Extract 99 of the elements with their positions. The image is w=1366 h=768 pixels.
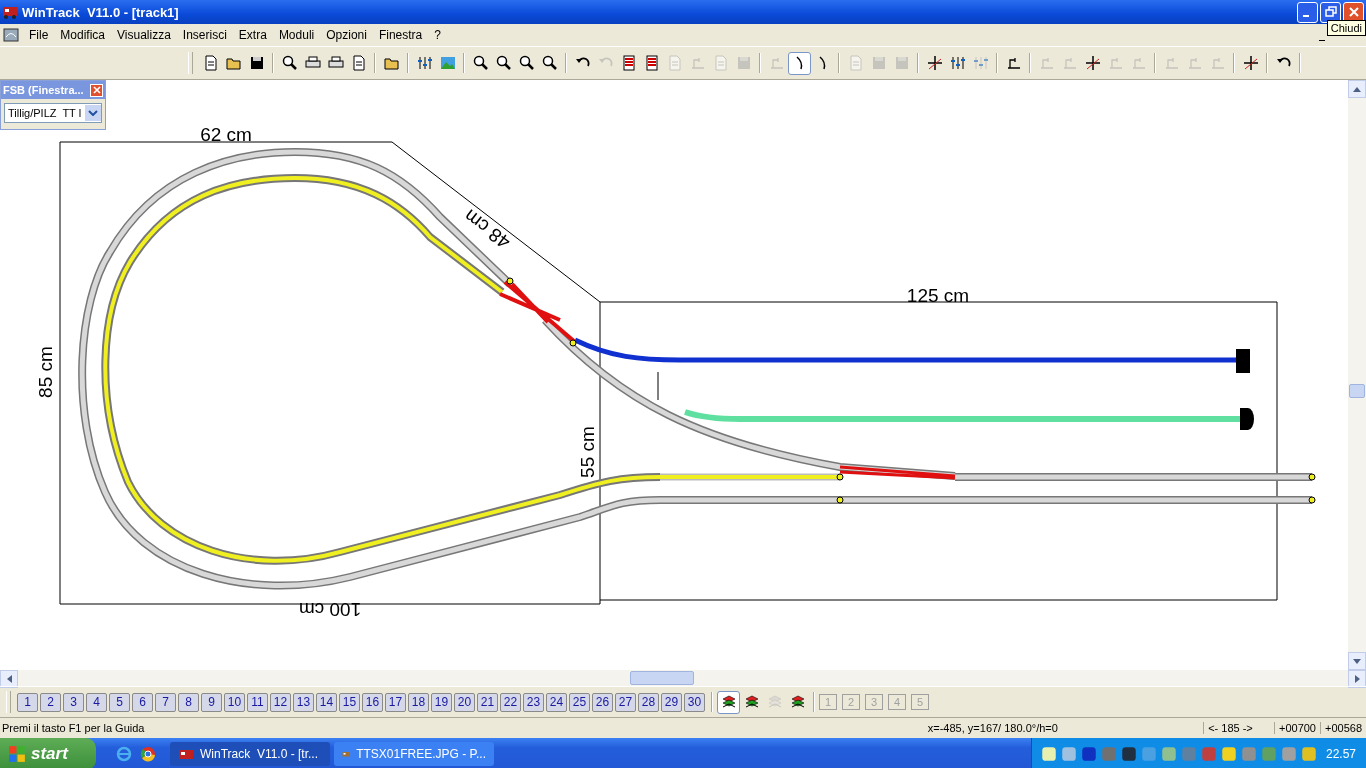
layer-button[interactable]: 18 xyxy=(408,692,429,712)
menu-item[interactable]: Opzioni xyxy=(320,28,373,42)
scroll-thumb[interactable] xyxy=(630,671,694,685)
layer-button[interactable]: 19 xyxy=(431,692,452,712)
windows-logo-icon xyxy=(8,745,26,763)
layer-button[interactable]: 27 xyxy=(615,692,636,712)
window-title: WinTrack V11.0 - [track1] xyxy=(22,4,179,20)
menu-item[interactable]: File xyxy=(23,28,55,42)
layer-button[interactable]: 13 xyxy=(293,692,314,712)
layer-button[interactable]: 7 xyxy=(155,692,176,712)
layout-icon xyxy=(3,27,19,43)
minimize-icon xyxy=(1303,14,1309,17)
menu-item[interactable]: Extra xyxy=(232,28,273,42)
tray-icon[interactable] xyxy=(1079,745,1098,763)
browser-icon[interactable] xyxy=(140,746,156,762)
layer-button[interactable]: 6 xyxy=(132,692,153,712)
clock: 22.57 xyxy=(1325,747,1356,761)
vertical-scrollbar[interactable] xyxy=(1348,80,1366,670)
layer-button[interactable]: 1 xyxy=(17,692,38,712)
dimension-label: 85 cm xyxy=(35,346,56,398)
layer-button[interactable]: 29 xyxy=(661,692,682,712)
open-folder-icon xyxy=(225,55,242,71)
save-icon xyxy=(248,55,265,71)
taskbar-button[interactable]: WinTrack V11.0 - [tr... xyxy=(170,742,330,766)
document-lines-icon xyxy=(643,55,660,71)
layer-button[interactable]: 26 xyxy=(592,692,613,712)
layer-button[interactable]: 11 xyxy=(247,692,268,712)
picture-icon xyxy=(439,55,456,71)
layer-button[interactable]: 21 xyxy=(477,692,498,712)
chevron-down-icon xyxy=(88,110,98,116)
status-hint: Premi il tasto F1 per la Guida xyxy=(1,722,146,734)
layer-button[interactable]: 14 xyxy=(316,692,337,712)
x-offset: +00700 xyxy=(1273,722,1320,734)
layer-button[interactable]: 5 xyxy=(109,692,130,712)
layer-button[interactable]: 20 xyxy=(454,692,475,712)
sliders-icon xyxy=(416,55,433,71)
export-folder-icon xyxy=(383,55,400,71)
layer-button[interactable]: 8 xyxy=(178,692,199,712)
menu-item[interactable]: Visualizza xyxy=(111,28,177,42)
tray-icon[interactable] xyxy=(1159,745,1178,763)
right-arrow-icon xyxy=(1354,675,1360,683)
printer-icon xyxy=(304,55,321,71)
tray-icon[interactable] xyxy=(1199,745,1218,763)
layer-button[interactable]: 2 xyxy=(40,692,61,712)
train-icon xyxy=(2,4,18,20)
layer-button[interactable]: 10 xyxy=(224,692,245,712)
layer-stack-button[interactable] xyxy=(717,690,740,714)
dimension-label: 62 cm xyxy=(200,124,252,145)
tray-icon[interactable] xyxy=(1119,745,1138,763)
layer-button[interactable]: 17 xyxy=(385,692,406,712)
print-preview-icon xyxy=(281,55,298,71)
tray-icon[interactable] xyxy=(1059,745,1078,763)
dimension-label: 125 cm xyxy=(906,285,970,306)
new-page-icon xyxy=(202,55,219,71)
step-value: <- 185 -> xyxy=(1203,722,1274,734)
y-offset: +00568 xyxy=(1320,722,1366,734)
layer-button[interactable]: 16 xyxy=(362,692,383,712)
tray-icon[interactable] xyxy=(1299,745,1318,763)
scroll-thumb[interactable] xyxy=(1349,384,1365,398)
layer-button[interactable]: 30 xyxy=(684,692,705,712)
move-cross-icon xyxy=(926,55,943,71)
restore-button[interactable] xyxy=(1320,1,1341,23)
up-arrow-icon xyxy=(1353,86,1361,92)
horizontal-scrollbar[interactable] xyxy=(0,670,1366,686)
dimension-label: 100 cm xyxy=(298,599,362,620)
layer-button[interactable]: 15 xyxy=(339,692,360,712)
layer-button[interactable]: 23 xyxy=(523,692,544,712)
menu-item[interactable]: Inserisci xyxy=(176,28,233,42)
layer-button[interactable]: 3 xyxy=(63,692,84,712)
layer-button[interactable]: 28 xyxy=(638,692,659,712)
menu-item[interactable]: Modifica xyxy=(54,28,112,42)
layer-button[interactable]: 25 xyxy=(569,692,590,712)
taskbar-button[interactable]: TTSX01FREE.JPG - P... xyxy=(334,742,494,766)
restore-icon xyxy=(1324,6,1337,18)
tooltip: Chiudi xyxy=(1326,20,1366,36)
panel-title: FSB (Finestra... xyxy=(3,84,84,96)
tray-icon[interactable] xyxy=(1039,745,1058,763)
dimension-label: 48 cm xyxy=(460,205,515,254)
layer-button[interactable]: 24 xyxy=(546,692,567,712)
close-icon xyxy=(1347,6,1360,18)
document-lines-icon xyxy=(620,55,637,71)
curve-button[interactable] xyxy=(788,51,811,75)
menu-item[interactable]: ? xyxy=(428,28,447,42)
close-button[interactable] xyxy=(1343,1,1364,23)
tray-icon[interactable] xyxy=(1219,745,1238,763)
cursor-coordinates: x=-485, y=167/ 180.0°/h=0 xyxy=(927,722,1059,734)
layer-stack-icon xyxy=(720,694,737,710)
layer-button[interactable]: 9 xyxy=(201,692,222,712)
close-icon xyxy=(92,86,101,94)
layer-button[interactable]: 4 xyxy=(86,692,107,712)
layer-button[interactable]: 22 xyxy=(500,692,521,712)
layer-button[interactable]: 12 xyxy=(270,692,291,712)
track-system-dropdown[interactable]: Tillig/PILZ TT l xyxy=(4,103,102,123)
menu-item[interactable]: Moduli xyxy=(272,28,321,42)
down-arrow-icon xyxy=(1353,658,1361,664)
page-icon xyxy=(666,55,683,71)
dimension-label: 55 cm xyxy=(577,426,598,478)
menu-item[interactable]: Finestra xyxy=(372,28,429,42)
left-arrow-icon xyxy=(6,675,12,683)
